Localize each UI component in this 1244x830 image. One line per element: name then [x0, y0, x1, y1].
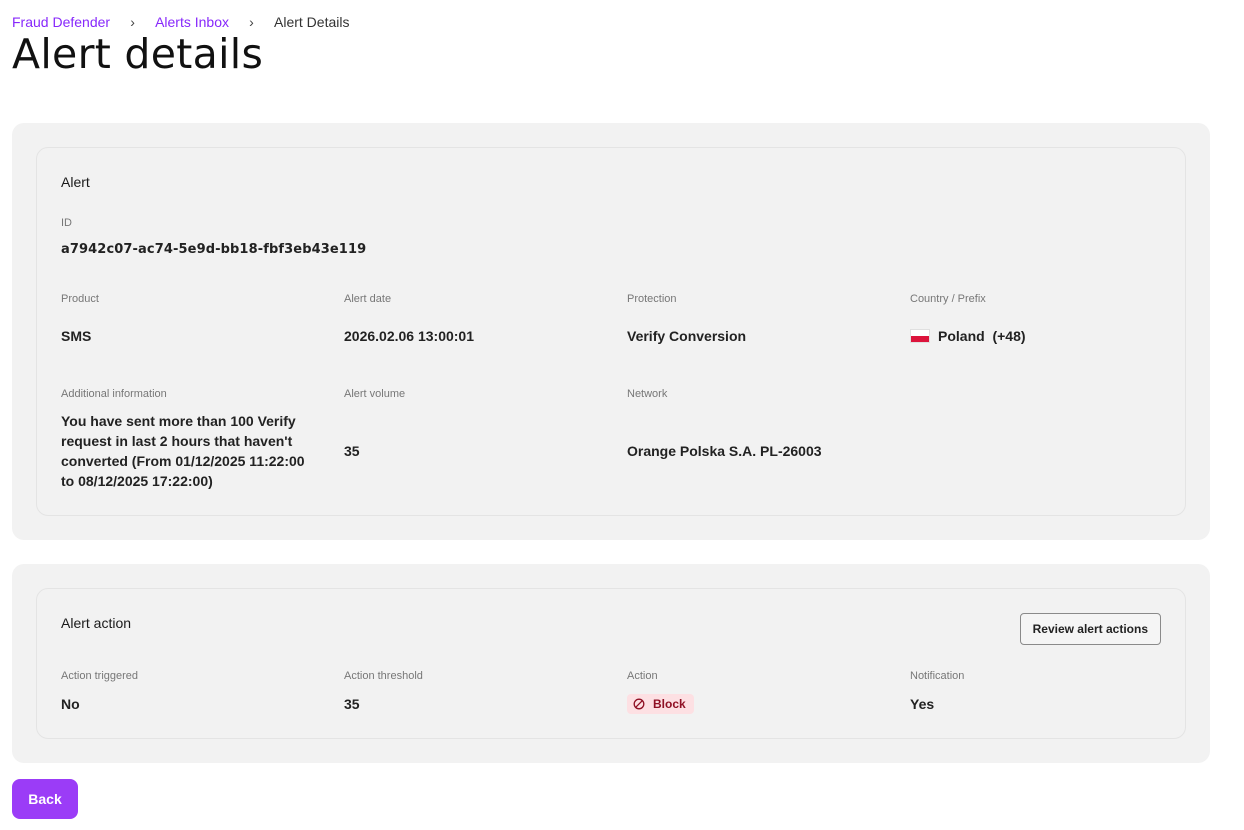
action-label: Action: [627, 670, 658, 682]
back-button[interactable]: Back: [12, 779, 78, 819]
review-alert-actions-button[interactable]: Review alert actions: [1019, 613, 1161, 645]
id-label: ID: [61, 217, 72, 229]
country-name: Poland: [938, 328, 985, 344]
country-prefix-value: Poland (+48): [910, 328, 1026, 344]
additional-info-value: You have sent more than 100 Verify reque…: [61, 413, 305, 489]
action-threshold-value: 35: [344, 696, 360, 712]
notification-label: Notification: [910, 670, 965, 682]
breadcrumb-current: Alert Details: [274, 14, 350, 30]
alert-card: Alert ID a7942c07-ac74-5e9d-bb18-fbf3eb4…: [36, 147, 1186, 516]
protection-label: Protection: [627, 293, 677, 305]
action-threshold-label: Action threshold: [344, 670, 423, 682]
alert-volume-value: 35: [344, 443, 360, 459]
alert-panel: Alert ID a7942c07-ac74-5e9d-bb18-fbf3eb4…: [12, 123, 1210, 540]
page-title: Alert details: [12, 30, 264, 78]
protection-value: Verify Conversion: [627, 328, 747, 344]
breadcrumb-fraud-defender[interactable]: Fraud Defender: [12, 13, 110, 31]
action-badge: Block: [627, 694, 694, 714]
alert-card-title: Alert: [61, 174, 90, 190]
breadcrumb: Fraud Defender › Alerts Inbox › Alert De…: [12, 13, 349, 31]
alert-date-value: 2026.02.06 13:00:01: [344, 328, 474, 344]
product-value: SMS: [61, 328, 92, 344]
block-icon: [633, 698, 645, 710]
alert-action-card: Alert action Review alert actions Action…: [36, 588, 1186, 739]
notification-value: Yes: [910, 696, 935, 712]
action-triggered-value: No: [61, 696, 80, 712]
action-triggered-label: Action triggered: [61, 670, 139, 682]
network-label: Network: [627, 388, 668, 400]
country-prefix: (+48): [992, 328, 1026, 344]
action-value: Block: [653, 697, 686, 711]
alert-volume-label: Alert volume: [344, 388, 406, 400]
additional-info-label: Additional information: [61, 388, 167, 400]
country-prefix-label: Country / Prefix: [910, 293, 986, 305]
alert-date-label: Alert date: [344, 293, 392, 305]
breadcrumb-separator: ›: [249, 14, 254, 30]
breadcrumb-separator: ›: [130, 14, 135, 30]
alert-action-title: Alert action: [61, 615, 132, 631]
network-value: Orange Polska S.A. PL-26003: [627, 443, 822, 459]
alert-action-panel: Alert action Review alert actions Action…: [12, 564, 1210, 763]
poland-flag-icon: [910, 329, 930, 343]
product-label: Product: [61, 293, 99, 305]
breadcrumb-alerts-inbox[interactable]: Alerts Inbox: [155, 13, 229, 31]
id-value: a7942c07-ac74-5e9d-bb18-fbf3eb43e119: [61, 242, 367, 257]
